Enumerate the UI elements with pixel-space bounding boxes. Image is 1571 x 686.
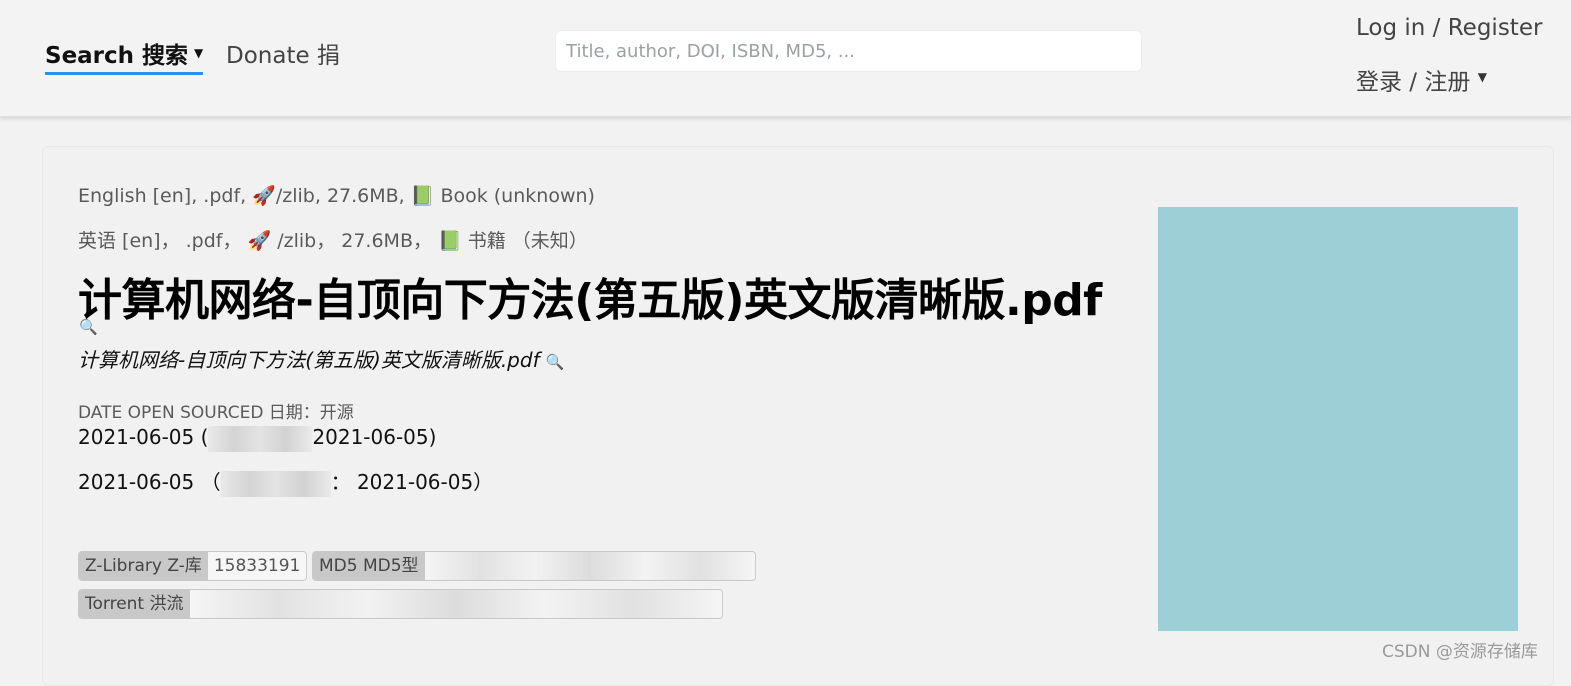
record-meta-en: English [en], .pdf, 🚀/zlib, 27.6MB, 📗 Bo…	[78, 185, 595, 207]
nav-search-link[interactable]: Search 搜索 ▼	[45, 36, 204, 75]
date-line-en: 2021-06-05 ( 2021-06-05)	[78, 425, 436, 452]
tag-value-redacted	[189, 590, 722, 618]
search-input[interactable]	[555, 30, 1142, 72]
login-register-menu[interactable]: Log in / Register 登录 / 注册 ▼	[1356, 4, 1542, 108]
redacted-text	[220, 470, 331, 497]
nav-donate-link[interactable]: Donate 捐	[226, 36, 340, 70]
date-value: 2021-06-05)	[312, 425, 437, 449]
date-value: 2021-06-05 （	[78, 470, 221, 494]
top-navbar: Search 搜索 ▼ Donate 捐 Log in / Register 登…	[0, 0, 1571, 117]
record-subtitle: 计算机网络-自顶向下方法(第五版)英文版清晰版.pdf	[78, 348, 540, 372]
tag-key: Z-Library Z-库	[79, 552, 208, 580]
book-cover-image[interactable]	[1158, 207, 1518, 631]
magnifier-icon[interactable]: 🔍	[546, 353, 565, 371]
chevron-down-icon[interactable]: ▼	[194, 46, 203, 60]
tag-value-redacted	[424, 552, 755, 580]
date-open-sourced-label: DATE OPEN SOURCED 日期：开源	[78, 403, 354, 423]
date-line-zh: 2021-06-05 （ ： 2021-06-05）	[78, 466, 493, 497]
tag-md5[interactable]: MD5 MD5型	[312, 551, 756, 581]
tag-key: MD5 MD5型	[313, 552, 425, 580]
login-label-en: Log in / Register	[1356, 15, 1543, 41]
record-meta-zh: 英语 [en]， .pdf， 🚀 /zlib， 27.6MB， 📗 书籍 （未知…	[78, 230, 588, 252]
tag-torrent[interactable]: Torrent 洪流	[78, 589, 723, 619]
chevron-down-icon[interactable]: ▼	[1478, 70, 1487, 84]
date-value: 2021-06-05 (	[78, 425, 209, 449]
redacted-text	[208, 425, 313, 452]
login-label-zh: 登录 / 注册 ▼	[1356, 69, 1487, 96]
magnifier-icon[interactable]: 🔍	[79, 318, 98, 336]
watermark: CSDN @资源存储库	[1382, 642, 1538, 662]
nav-search-label: Search 搜索	[45, 43, 189, 69]
tag-zlibrary[interactable]: Z-Library Z-库 15833191	[78, 551, 308, 581]
record-subtitle-row: 计算机网络-自顶向下方法(第五版)英文版清晰版.pdf 🔍	[78, 344, 564, 373]
tag-value: 15833191	[207, 552, 307, 580]
date-value: ： 2021-06-05）	[330, 470, 494, 494]
tag-key: Torrent 洪流	[79, 590, 190, 618]
record-title: 计算机网络-自顶向下方法(第五版)英文版清晰版.pdf	[78, 275, 1102, 326]
